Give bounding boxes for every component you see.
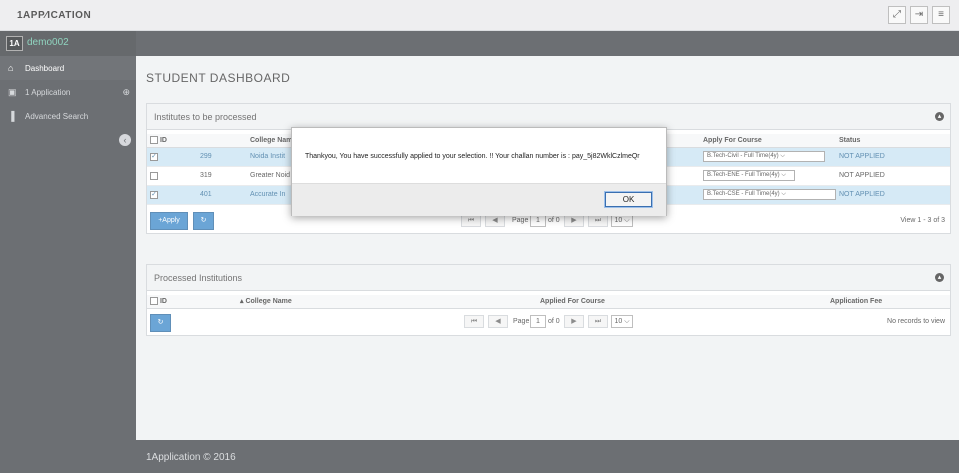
ok-button[interactable]: OK: [604, 191, 653, 208]
confirmation-dialog: Thankyou, You have successfully applied …: [291, 127, 667, 216]
dialog-footer: OK: [292, 183, 666, 216]
modal-overlay: [0, 0, 959, 473]
dialog-message: Thankyou, You have successfully applied …: [305, 153, 640, 160]
